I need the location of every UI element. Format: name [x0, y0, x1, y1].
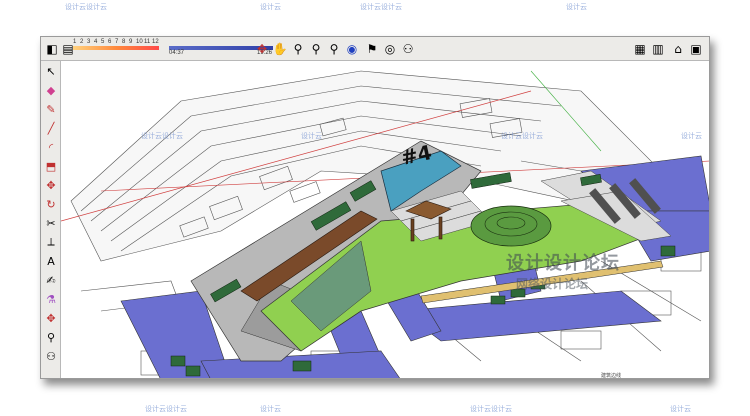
status-label: 建筑边线	[601, 373, 622, 379]
move-icon[interactable]: ✥	[43, 177, 59, 193]
watermark: 设计云设计云	[145, 405, 187, 413]
offset-icon[interactable]: ✂	[43, 215, 59, 231]
month-label: 8	[122, 39, 126, 45]
month-slider[interactable]	[73, 46, 159, 50]
arc-icon[interactable]: ◜	[43, 139, 59, 155]
month-label: 7	[115, 39, 119, 45]
watermark: 设计云	[260, 405, 281, 413]
look-around-icon[interactable]: ◎	[381, 40, 399, 58]
watermark: 设计云	[566, 3, 587, 11]
watermark: 设计云设计云	[65, 3, 107, 11]
month-label: 3	[87, 39, 91, 45]
site-model	[61, 70, 709, 378]
month-label: 9	[129, 39, 133, 45]
watermark: 设计云	[301, 132, 322, 140]
top-toolbar: ◧ ▤ 1 2 3 4 5 6 7 8 9 10 11 12 04:37 19:…	[41, 37, 709, 61]
dimension-icon[interactable]: A	[43, 253, 59, 269]
watermark: 设计云设计云	[470, 405, 512, 413]
month-label: 2	[80, 39, 84, 45]
eraser-icon[interactable]: ◆	[43, 82, 59, 98]
month-label: 5	[101, 39, 105, 45]
walk-icon[interactable]: ⚇	[43, 348, 59, 364]
export-icon[interactable]: ▣	[687, 40, 705, 58]
sketchup-window: ◧ ▤ 1 2 3 4 5 6 7 8 9 10 11 12 04:37 19:…	[40, 36, 710, 379]
line-icon[interactable]: ╱	[43, 120, 59, 136]
select-icon[interactable]: ↖	[43, 63, 59, 79]
pan-icon[interactable]: ✋	[271, 40, 289, 58]
paint-bucket-icon[interactable]: ⚗	[43, 291, 59, 307]
month-label: 12	[152, 39, 159, 45]
push-pull-icon[interactable]: ⬒	[43, 158, 59, 174]
watermark: 设计云设计云	[141, 132, 183, 140]
model-viewport[interactable]: #4 设计设计论坛 网络设计论坛 设计云设计云 设计云 设计云设计云 设计云	[61, 61, 709, 378]
month-label: 1	[73, 39, 77, 45]
home-icon[interactable]: ⌂	[669, 40, 687, 58]
orbit-icon[interactable]: ✥	[253, 40, 271, 58]
watermark: 设计云设计云	[360, 3, 402, 11]
shadow-settings-panel[interactable]: 1 2 3 4 5 6 7 8 9 10 11 12 04:37 19:26	[71, 39, 277, 59]
pencil-icon[interactable]: ✎	[43, 101, 59, 117]
text-icon[interactable]: ✍	[43, 272, 59, 288]
position-camera-icon[interactable]: ⚑	[363, 40, 381, 58]
month-label: 6	[108, 39, 112, 45]
watermark: 设计云	[670, 405, 691, 413]
orbit-icon[interactable]: ✥	[43, 310, 59, 326]
layers-icon[interactable]: ▥	[649, 40, 667, 58]
zoom-extents-icon[interactable]: ⚲	[325, 40, 343, 58]
watermark: 设计云	[681, 132, 702, 140]
month-label: 11	[144, 39, 151, 45]
rotate-icon[interactable]: ↻	[43, 196, 59, 212]
month-label: 4	[94, 39, 98, 45]
screenshot-frame: 设计云设计云 设计云 设计云设计云 设计云 设计云设计云 设计云 设计云设计云 …	[0, 0, 750, 416]
month-label: 10	[136, 39, 143, 45]
watermark: 设计云	[260, 3, 281, 11]
watermark: 设计云设计云	[501, 132, 543, 140]
watermark-subtitle: 网络设计论坛	[516, 277, 589, 291]
tape-measure-icon[interactable]: ⟂	[43, 234, 59, 250]
time-start-label: 04:37	[169, 50, 185, 56]
watermark-title: 设计设计论坛	[506, 253, 620, 274]
zoom-icon[interactable]: ⚲	[43, 329, 59, 345]
previous-view-icon[interactable]: ◉	[343, 40, 361, 58]
components-icon[interactable]: ▦	[631, 40, 649, 58]
zoom-icon[interactable]: ⚲	[289, 40, 307, 58]
zoom-window-icon[interactable]: ⚲	[307, 40, 325, 58]
tool-palette: ↖ ◆ ✎ ╱ ◜ ⬒ ✥ ↻ ✂ ⟂ A ✍ ⚗ ✥ ⚲ ⚇	[41, 61, 61, 378]
walk-icon[interactable]: ⚇	[399, 40, 417, 58]
